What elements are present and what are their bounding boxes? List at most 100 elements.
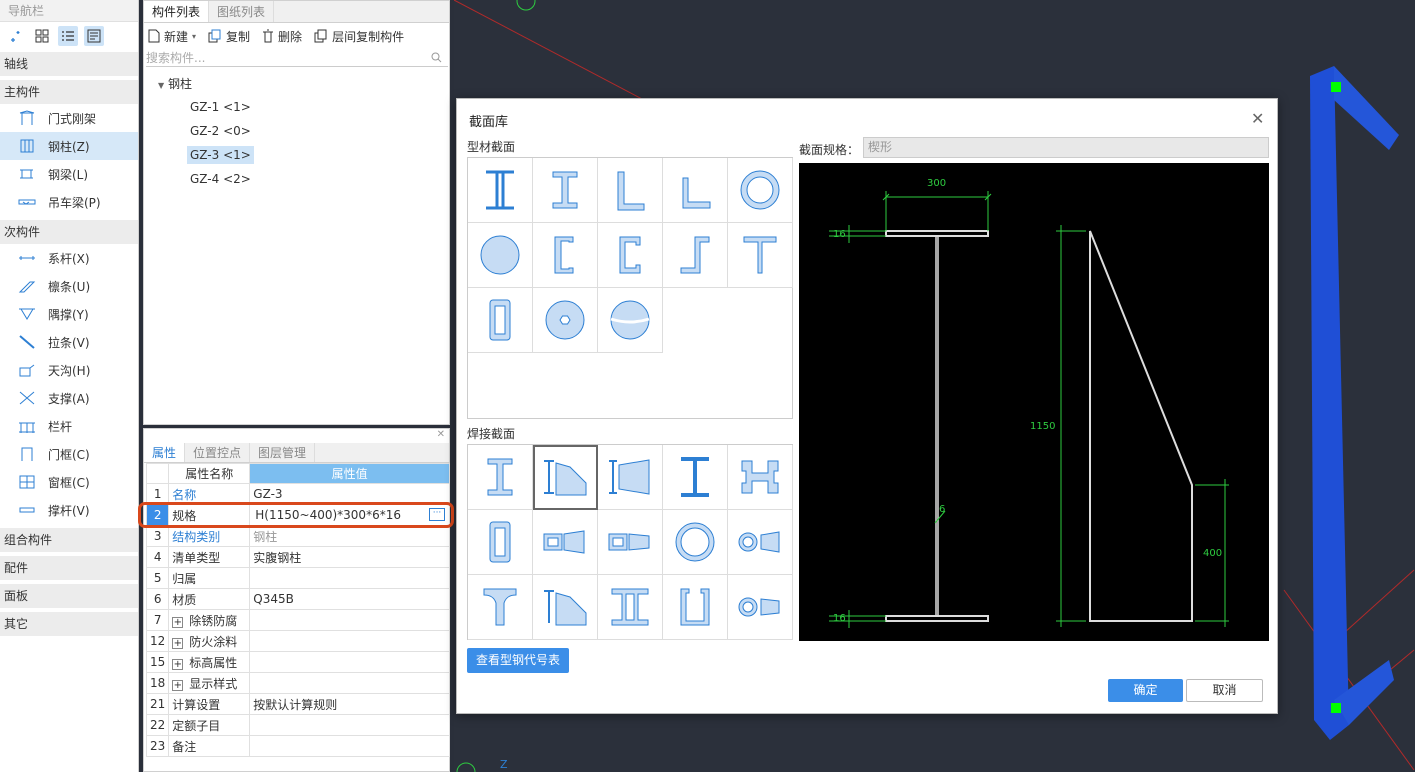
- close-icon[interactable]: ✕: [144, 429, 449, 443]
- floor-copy-button[interactable]: 层间复制构件: [314, 28, 404, 45]
- tree-item[interactable]: GZ-2 <0>: [144, 119, 449, 143]
- close-icon[interactable]: ✕: [1251, 109, 1264, 128]
- list-view-icon[interactable]: [58, 26, 78, 46]
- nav-item-purlin[interactable]: 檩条(U): [0, 272, 138, 300]
- nav-item-strut[interactable]: 撑杆(V): [0, 496, 138, 524]
- table-row[interactable]: 5 归属: [145, 567, 450, 589]
- dim-end-height: 400: [1203, 548, 1223, 559]
- add-icon[interactable]: [6, 26, 26, 46]
- expand-arrow-icon[interactable]: ▼: [158, 81, 164, 90]
- box-tapered-icon[interactable]: [533, 510, 598, 575]
- nav-cat-axis[interactable]: 轴线: [0, 52, 138, 76]
- detail-view-icon[interactable]: [84, 26, 104, 46]
- grid-view-icon[interactable]: [32, 26, 52, 46]
- rect-tube-icon[interactable]: [468, 288, 533, 353]
- spec-field[interactable]: 楔形: [863, 137, 1269, 158]
- nav-cat-sub[interactable]: 次构件: [0, 220, 138, 244]
- tab-layer-management[interactable]: 图层管理: [250, 443, 316, 462]
- welded-box-icon[interactable]: [468, 510, 533, 575]
- welded-h-icon[interactable]: [468, 445, 533, 510]
- dim-bottom-flange: 16: [833, 613, 846, 624]
- copy-button[interactable]: 复制: [208, 28, 250, 45]
- tab-component-list[interactable]: 构件列表: [144, 1, 210, 22]
- round-bar-icon[interactable]: [468, 223, 533, 288]
- tab-position-points[interactable]: 位置控点: [185, 443, 251, 462]
- table-row[interactable]: 3 结构类别 钢柱: [145, 525, 450, 547]
- welded-t-icon[interactable]: [468, 575, 533, 640]
- nav-item-knee-brace[interactable]: 隅撑(Y): [0, 300, 138, 328]
- nav-item-steel-column[interactable]: 钢柱(Z): [0, 132, 138, 160]
- table-row[interactable]: 15 + 标高属性: [145, 651, 450, 673]
- table-row[interactable]: 21 计算设置 按默认计算规则: [145, 693, 450, 715]
- tab-drawing-list[interactable]: 图纸列表: [209, 1, 275, 22]
- expand-plus-icon[interactable]: +: [172, 637, 184, 649]
- tab-properties[interactable]: 属性: [144, 443, 186, 462]
- crane-beam-icon: [18, 199, 36, 205]
- hex-hole-disc-icon[interactable]: [533, 288, 598, 353]
- lipped-channel-icon[interactable]: [533, 223, 598, 288]
- cross-h-icon[interactable]: [728, 445, 793, 510]
- t-section-icon[interactable]: [728, 223, 793, 288]
- double-web-icon[interactable]: [598, 575, 663, 640]
- nav-item-door-frame[interactable]: 门框(C): [0, 440, 138, 468]
- nav-item-tie-rod[interactable]: 系杆(X): [0, 244, 138, 272]
- tube-tapered-3-icon[interactable]: [728, 575, 793, 640]
- cancel-button[interactable]: 取消: [1186, 679, 1263, 702]
- tree-item-selected[interactable]: GZ-3 <1>: [144, 143, 449, 167]
- purlin-icon: [18, 281, 36, 293]
- new-icon: [148, 29, 160, 43]
- nav-item-crane-beam[interactable]: 吊车梁(P): [0, 188, 138, 216]
- nav-item-brace-bar[interactable]: 拉条(V): [0, 328, 138, 356]
- section-label-profile: 型材截面: [467, 140, 516, 154]
- table-row[interactable]: 18 + 显示样式: [145, 672, 450, 694]
- search-input[interactable]: 搜索构件...: [146, 49, 448, 67]
- nav-item-window-frame[interactable]: 窗框(C): [0, 468, 138, 496]
- sphere-icon[interactable]: [598, 288, 663, 353]
- nav-cat-main[interactable]: 主构件: [0, 80, 138, 104]
- tapered-flange-icon[interactable]: [598, 445, 663, 510]
- table-row[interactable]: 4 清单类型 实腹钢柱: [145, 546, 450, 568]
- delete-button[interactable]: 删除: [262, 28, 302, 45]
- tree-item[interactable]: GZ-4 <2>: [144, 167, 449, 191]
- copy-icon: [208, 29, 221, 43]
- z-section-icon[interactable]: [663, 223, 728, 288]
- channel-icon[interactable]: [598, 223, 663, 288]
- nav-item-railing[interactable]: 栏杆: [0, 412, 138, 440]
- nav-cat-parts[interactable]: 配件: [0, 556, 138, 580]
- tapered-t-icon[interactable]: [533, 575, 598, 640]
- expand-plus-icon[interactable]: +: [172, 679, 184, 691]
- nav-item-steel-beam[interactable]: 钢梁(L): [0, 160, 138, 188]
- table-row[interactable]: 23 备注: [145, 735, 450, 757]
- welded-section-grid: [467, 444, 793, 640]
- strut-icon: [19, 507, 35, 513]
- round-tube-icon[interactable]: [728, 158, 793, 223]
- tree-item[interactable]: GZ-1 <1>: [144, 95, 449, 119]
- tube-tapered-icon[interactable]: [728, 510, 793, 575]
- view-steel-code-table-button[interactable]: 查看型钢代号表: [467, 648, 569, 673]
- table-row[interactable]: 12 + 防火涂料: [145, 630, 450, 652]
- nav-cat-panel[interactable]: 面板: [0, 584, 138, 608]
- nav-item-portal-frame[interactable]: 门式刚架: [0, 104, 138, 132]
- ok-button[interactable]: 确定: [1108, 679, 1183, 702]
- tree-node-steel-column[interactable]: ▼ 钢柱: [144, 73, 449, 95]
- equal-angle-icon[interactable]: [598, 158, 663, 223]
- welded-tube-icon[interactable]: [663, 510, 728, 575]
- box-tapered-2-icon[interactable]: [598, 510, 663, 575]
- i-beam-icon[interactable]: [468, 158, 533, 223]
- nav-item-gutter[interactable]: 天沟(H): [0, 356, 138, 384]
- h-beam-icon[interactable]: [533, 158, 598, 223]
- nav-cat-other[interactable]: 其它: [0, 612, 138, 636]
- nav-cat-combo[interactable]: 组合构件: [0, 528, 138, 552]
- window-frame-icon: [19, 475, 35, 489]
- table-row[interactable]: 7 + 除锈防腐: [145, 609, 450, 631]
- expand-plus-icon[interactable]: +: [172, 658, 184, 670]
- nav-item-bracing[interactable]: 支撑(A): [0, 384, 138, 412]
- table-row[interactable]: 22 定额子目: [145, 714, 450, 736]
- expand-plus-icon[interactable]: +: [172, 616, 184, 628]
- tapered-h-icon[interactable]: [533, 445, 598, 510]
- new-button[interactable]: 新建 ▾: [148, 28, 196, 45]
- unequal-angle-icon[interactable]: [663, 158, 728, 223]
- table-row[interactable]: 6 材质 Q345B: [145, 588, 450, 610]
- u-channel-icon[interactable]: [663, 575, 728, 640]
- welded-i-icon[interactable]: [663, 445, 728, 510]
